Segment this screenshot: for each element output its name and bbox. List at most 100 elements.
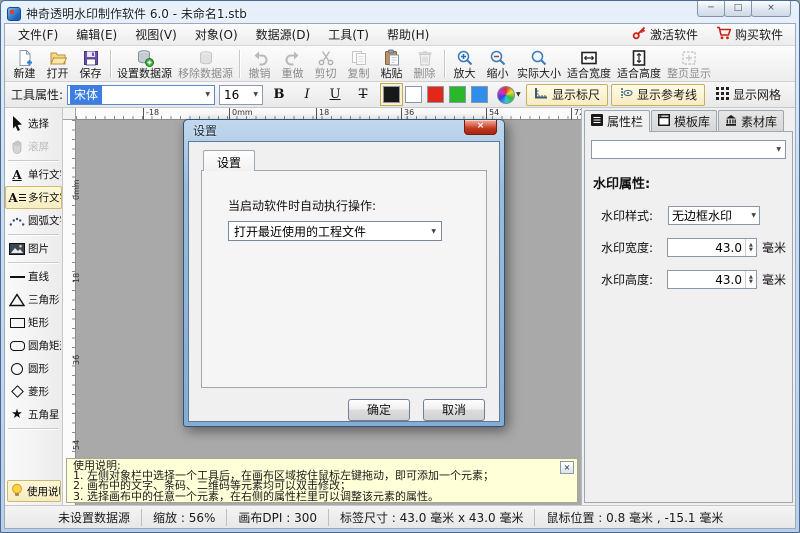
copy-button[interactable]: 复制 (342, 47, 375, 81)
menu-item[interactable]: 工具(T) (319, 24, 378, 46)
element-selector-dropdown[interactable] (591, 140, 786, 159)
app-logo-icon (7, 6, 21, 21)
underline-button[interactable]: U (323, 84, 347, 106)
show-grid-toggle[interactable]: 显示网格 (708, 84, 789, 106)
fit-width-icon (580, 49, 598, 68)
watermark-style-select[interactable]: 无边框水印 (668, 206, 760, 225)
menu-item[interactable]: 文件(F) (9, 24, 67, 46)
dialog-title-bar[interactable]: 设置 (184, 120, 504, 141)
custom-color-picker[interactable]: ▼ (497, 85, 521, 104)
spinner-arrows-icon[interactable]: ▲ ▼ (744, 271, 756, 288)
canvas-area[interactable]: -180mm18365472 0mm183654 设置 × 设置 当启动软件时自… (63, 108, 581, 505)
paste-button[interactable]: 粘贴 (375, 47, 408, 81)
tool-star[interactable]: ★ 五角星 (5, 403, 62, 426)
cancel-button[interactable]: 取消 (423, 399, 485, 421)
ok-button[interactable]: 确定 (348, 399, 410, 421)
menu-item[interactable]: 编辑(E) (67, 24, 126, 46)
tab-templates[interactable]: 模板库 (651, 110, 718, 132)
watermark-width-stepper[interactable]: 43.0 ▲ ▼ (666, 238, 757, 257)
color-swatch[interactable] (427, 86, 445, 103)
tool-line[interactable]: 直线 (5, 265, 62, 288)
undo-button[interactable]: 撤销 (243, 47, 276, 81)
zoom-in-button[interactable]: 放大 (448, 47, 481, 81)
tool-image[interactable]: 图片 (5, 237, 62, 260)
close-button[interactable]: × (751, 1, 791, 17)
new-button[interactable]: 新建 (8, 47, 41, 81)
menu-item[interactable]: 视图(V) (126, 24, 186, 46)
fit-height-button[interactable]: 适合高度 (614, 47, 664, 81)
help-close-button[interactable]: × (560, 461, 574, 474)
panel-content: 水印属性: 水印样式: 无边框水印 水印宽度: 43.0 ▲▼ 毫米 (584, 131, 793, 503)
title-bar: 神奇透明水印制作软件 6.0 - 未命名1.stb ─ □ × (1, 1, 799, 23)
menu-item[interactable]: 数据源(D) (247, 24, 320, 46)
tool-single-line-text[interactable]: A 单行文字 (5, 163, 62, 186)
tool-rectangle[interactable]: 矩形 (5, 311, 62, 334)
open-button[interactable]: 打开 (41, 47, 74, 81)
tool-diamond[interactable]: 菱形 (5, 380, 62, 403)
usage-help-button[interactable]: 使用说明 (7, 480, 61, 502)
color-swatch[interactable] (449, 86, 467, 103)
set-datasource-button[interactable]: 设置数据源 (114, 47, 175, 81)
buy-software-button[interactable]: 购买软件 (708, 24, 791, 45)
bold-button[interactable]: B (267, 84, 291, 106)
save-button[interactable]: 保存 (74, 47, 107, 81)
color-swatch[interactable] (383, 86, 401, 103)
tool-properties-label: 工具属性: (11, 88, 64, 102)
font-family-combo[interactable]: 宋体 (67, 84, 216, 105)
cart-icon (716, 26, 732, 43)
startup-action-dropdown[interactable]: 打开最近使用的工程文件 (228, 221, 442, 241)
dialog-tab-settings[interactable]: 设置 (203, 150, 256, 171)
database-remove-icon (197, 49, 215, 68)
star-icon: ★ (11, 407, 23, 422)
watermark-height-label: 水印高度: (601, 273, 654, 287)
toolbar-separator (444, 49, 445, 78)
trash-icon (416, 49, 434, 68)
dialog-buttons: 确定 取消 (201, 388, 487, 421)
font-size-combo[interactable]: 16 (219, 84, 264, 105)
show-ruler-toggle[interactable]: 显示标尺 (525, 83, 608, 106)
cut-button[interactable]: 剪切 (309, 47, 342, 81)
ruler-icon (534, 87, 548, 102)
tool-multi-line-text[interactable]: A 多行文字 (5, 186, 62, 209)
strikethrough-button[interactable]: T (351, 84, 375, 106)
show-guides-toggle[interactable]: 显示参考线 (610, 83, 705, 106)
sidebar-separator (8, 160, 59, 161)
italic-button[interactable]: I (295, 84, 319, 106)
image-icon (8, 242, 26, 255)
menu-item[interactable]: 对象(O) (186, 24, 247, 46)
actual-size-button[interactable]: 实际大小 (514, 47, 564, 81)
maximize-button[interactable]: □ (724, 1, 752, 17)
delete-button[interactable]: 删除 (408, 47, 441, 81)
spinner-arrows-icon[interactable]: ▲ ▼ (744, 239, 756, 256)
color-swatch[interactable] (405, 86, 423, 103)
tool-rounded-rectangle[interactable]: 圆角矩形 (5, 334, 62, 357)
whole-page-button[interactable]: 整页显示 (664, 47, 714, 81)
tool-triangle[interactable]: 三角形 (5, 288, 62, 311)
menu-item[interactable]: 帮助(H) (378, 24, 438, 46)
fit-width-button[interactable]: 适合宽度 (564, 47, 614, 81)
tab-materials[interactable]: 素材库 (718, 110, 785, 132)
status-item: 鼠标位置 : 0.8 毫米 , -15.1 毫米 (534, 508, 734, 526)
open-folder-icon (49, 49, 67, 68)
redo-icon (284, 49, 302, 68)
color-swatch[interactable] (471, 86, 489, 103)
watermark-properties-title: 水印属性: (593, 177, 651, 192)
dialog-close-button[interactable]: × (464, 120, 497, 135)
dialog-tab-page: 当启动软件时自动执行操作: 打开最近使用的工程文件 (201, 170, 487, 388)
tool-arc-text[interactable]: 圆弧文字 (5, 209, 62, 232)
activate-software-button[interactable]: 激活软件 (624, 24, 706, 45)
minimize-button[interactable]: ─ (697, 1, 725, 17)
sidebar-separator (8, 428, 59, 429)
dialog-title: 设置 (193, 124, 218, 138)
main-area: 选择 滚屏 A 单行文字 A 多行文字 圆弧文字 (5, 108, 795, 505)
tool-pan[interactable]: 滚屏 (5, 135, 62, 158)
tool-select[interactable]: 选择 (5, 112, 62, 135)
watermark-height-stepper[interactable]: 43.0 ▲ ▼ (666, 270, 757, 289)
tool-circle[interactable]: 圆形 (5, 357, 62, 380)
watermark-width-value: 43.0 (715, 240, 742, 255)
redo-button[interactable]: 重做 (276, 47, 309, 81)
toolbar-separator (110, 49, 111, 78)
remove-datasource-button[interactable]: 移除数据源 (175, 47, 236, 81)
zoom-out-button[interactable]: 缩小 (481, 47, 514, 81)
tab-properties[interactable]: 属性栏 (584, 110, 651, 132)
